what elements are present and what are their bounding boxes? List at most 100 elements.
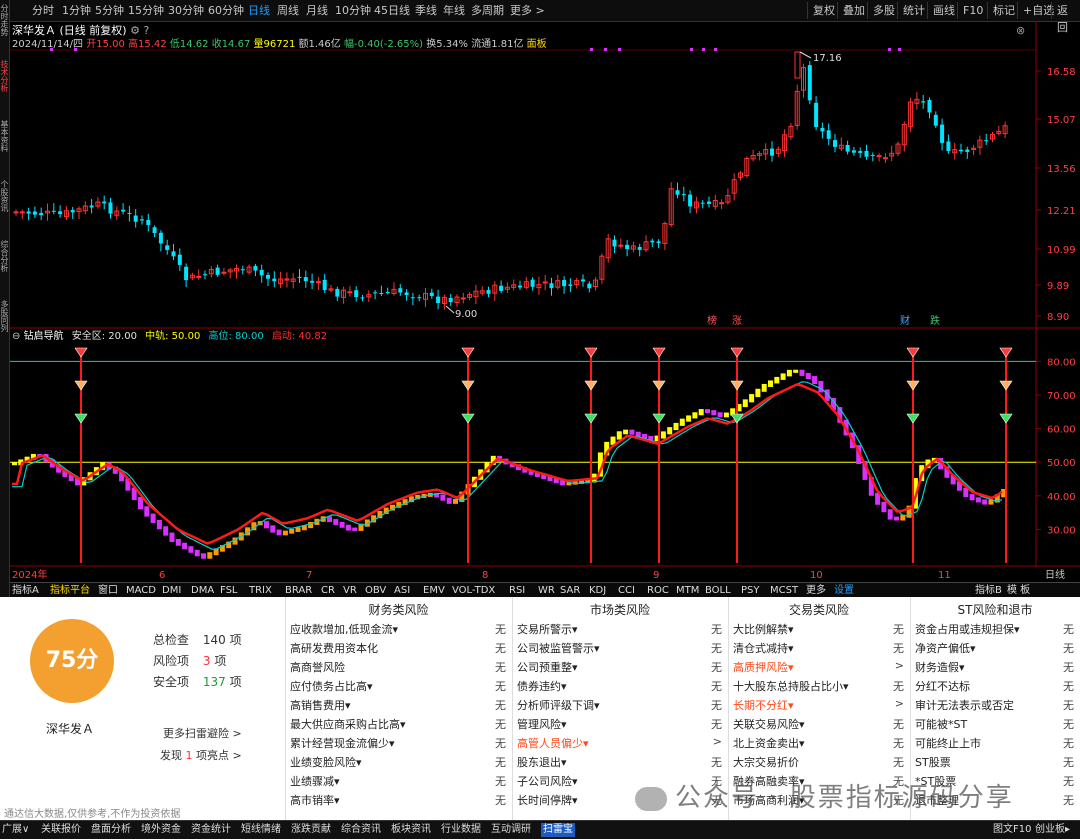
risk-item[interactable]: 公司被监管警示▾ [517, 640, 600, 656]
risk-item[interactable]: 最大供应商采购占比高▾ [290, 716, 406, 732]
risk-item[interactable]: 高研发费用资本化 [290, 640, 378, 656]
indicator-tab[interactable]: 指标A [12, 584, 39, 597]
status-tab[interactable]: 扫雷宝 [541, 823, 575, 837]
risk-item[interactable]: 高市销率▾ [290, 792, 340, 808]
indicator-tab[interactable]: RSI [509, 584, 525, 597]
indicator-tab[interactable]: VOL-TDX [452, 584, 495, 597]
risk-item[interactable]: 债券违约▾ [517, 678, 567, 694]
indicator-bar [453, 498, 458, 504]
event-marker-cai[interactable]: 财 [900, 314, 910, 327]
indicator-tab[interactable]: EMV [423, 584, 445, 597]
indicator-collapse-icon[interactable]: ⊖ [12, 331, 24, 342]
indicator-bar [969, 494, 975, 501]
status-tab[interactable]: 综合资讯 [341, 823, 381, 837]
risk-item[interactable]: 清仓式减持▾ [733, 640, 794, 656]
status-right-item[interactable]: 图文F10 [993, 823, 1031, 837]
event-marker-bang[interactable]: 榜 [707, 314, 717, 327]
risk-item-value: 无 [711, 661, 722, 674]
risk-item[interactable]: 累计经营现金流偏少▾ [290, 735, 395, 751]
status-tab[interactable]: 广展∨ [2, 823, 29, 837]
indicator-tab[interactable]: BOLL [705, 584, 731, 597]
risk-item-value: 无 [1063, 623, 1074, 636]
risk-item[interactable]: 财务造假▾ [915, 659, 965, 675]
candle-body [707, 201, 711, 204]
risk-item[interactable]: 北上资金卖出▾ [733, 735, 805, 751]
indicator-tab[interactable]: 指标平台 [50, 584, 90, 597]
indicator-tab[interactable]: VR [343, 584, 357, 597]
indicator-tab[interactable]: MACD [126, 584, 156, 597]
found-count: 1 [185, 749, 193, 762]
indicator-tab[interactable]: CCI [618, 584, 635, 597]
risk-item[interactable]: 长时间停牌▾ [517, 792, 578, 808]
indicator-tab[interactable]: ASI [394, 584, 410, 597]
indicator-tab[interactable]: TRIX [249, 584, 272, 597]
risk-item[interactable]: 审计无法表示或否定 [915, 697, 1014, 713]
risk-item[interactable]: 净资产偏低▾ [915, 640, 976, 656]
indicator-tab[interactable]: BRAR [285, 584, 312, 597]
template-tab[interactable]: 指标B [975, 584, 1002, 597]
risk-item[interactable]: 公司预重整▾ [517, 659, 578, 675]
indicator-tab[interactable]: 更多 [806, 584, 826, 597]
status-tab[interactable]: 盘面分析 [91, 823, 131, 837]
signal-diamond-icon [74, 347, 88, 358]
risk-item[interactable]: 应收款增加,低现金流▾ [290, 621, 398, 637]
risk-item[interactable]: 业绩变脸风险▾ [290, 754, 362, 770]
highlight-link[interactable]: 发现 1 项亮点 > [160, 747, 242, 763]
risk-item[interactable]: 资金占用或违规担保▾ [915, 621, 1020, 637]
risk-item[interactable]: 关联交易风险▾ [733, 716, 805, 732]
status-tab[interactable]: 资金统计 [191, 823, 231, 837]
indicator-tab[interactable]: CR [321, 584, 335, 597]
status-tab[interactable]: 涨跌贡献 [291, 823, 331, 837]
indicator-tab[interactable]: 设置 [834, 584, 854, 597]
risk-item[interactable]: 分红不达标 [915, 678, 970, 694]
status-tab[interactable]: 板块资讯 [391, 823, 431, 837]
status-tab[interactable]: 行业数据 [441, 823, 481, 837]
indicator-tab[interactable]: DMI [162, 584, 181, 597]
event-marker-zhang[interactable]: 涨 [732, 315, 742, 327]
template-tab[interactable]: 模 板 [1007, 584, 1030, 597]
risk-item[interactable]: 高商誉风险 [290, 659, 345, 675]
risk-item[interactable]: 十大股东总持股占比小▾ [733, 678, 849, 694]
risk-item[interactable]: 大比例解禁▾ [733, 621, 794, 637]
risk-item[interactable]: 应付债务占比高▾ [290, 678, 373, 694]
risk-scan-panel: 75分 总检查 140 项 风险项 3 项 安全项 137 项 深华发Ａ 更多扫… [0, 597, 1080, 820]
risk-item[interactable]: 高销售费用▾ [290, 697, 351, 713]
status-tab[interactable]: 境外资金 [141, 823, 181, 837]
candle-body [26, 211, 31, 214]
risk-item[interactable]: 业绩骤减▾ [290, 773, 340, 789]
risk-item[interactable]: 大宗交易折价 [733, 754, 799, 770]
risk-item[interactable]: 交易所警示▾ [517, 621, 578, 637]
risk-item[interactable]: 长期不分红▾ [733, 697, 794, 713]
risk-item[interactable]: 可能终止上市 [915, 735, 981, 751]
indicator-bar [339, 521, 345, 528]
status-tab[interactable]: 短线情绪 [241, 823, 281, 837]
indicator-tab[interactable]: DMA [191, 584, 214, 597]
event-marker-die[interactable]: 跌 [930, 314, 940, 327]
risk-item[interactable]: 股东退出▾ [517, 754, 567, 770]
risk-item[interactable]: 高质押风险▾ [733, 659, 794, 675]
indicator-tab[interactable]: OBV [365, 584, 386, 597]
candle-body [39, 212, 44, 216]
indicator-tab[interactable]: SAR [560, 584, 580, 597]
indicator-tab[interactable]: MTM [676, 584, 699, 597]
indicator-bar [749, 394, 755, 403]
risk-item[interactable]: 分析师评级下调▾ [517, 697, 600, 713]
indicator-tab[interactable]: 窗口 [98, 584, 118, 597]
indicator-tab[interactable]: FSL [220, 584, 238, 597]
indicator-tab[interactable]: WR [538, 584, 555, 597]
risk-item[interactable]: 子公司风险▾ [517, 773, 578, 789]
indicator-tab[interactable]: PSY [741, 584, 760, 597]
status-right-item[interactable]: 创业板▸ [1035, 823, 1070, 837]
risk-item[interactable]: ST股票 [915, 754, 951, 770]
risk-row: 风险项 3 项 [153, 652, 226, 669]
risk-item[interactable]: 管理风险▾ [517, 716, 567, 732]
indicator-tab[interactable]: ROC [647, 584, 669, 597]
indicator-tab[interactable]: KDJ [589, 584, 606, 597]
risk-item[interactable]: 高管人员偏少▾ [517, 735, 589, 751]
status-tab[interactable]: 关联报价 [41, 823, 81, 837]
price-axis-label: 9.89 [1047, 281, 1069, 292]
more-scan-link[interactable]: 更多扫雷避险 > [163, 725, 242, 741]
status-tab[interactable]: 互动调研 [491, 823, 531, 837]
indicator-tab[interactable]: MCST [770, 584, 798, 597]
risk-item[interactable]: 可能被*ST [915, 716, 967, 732]
